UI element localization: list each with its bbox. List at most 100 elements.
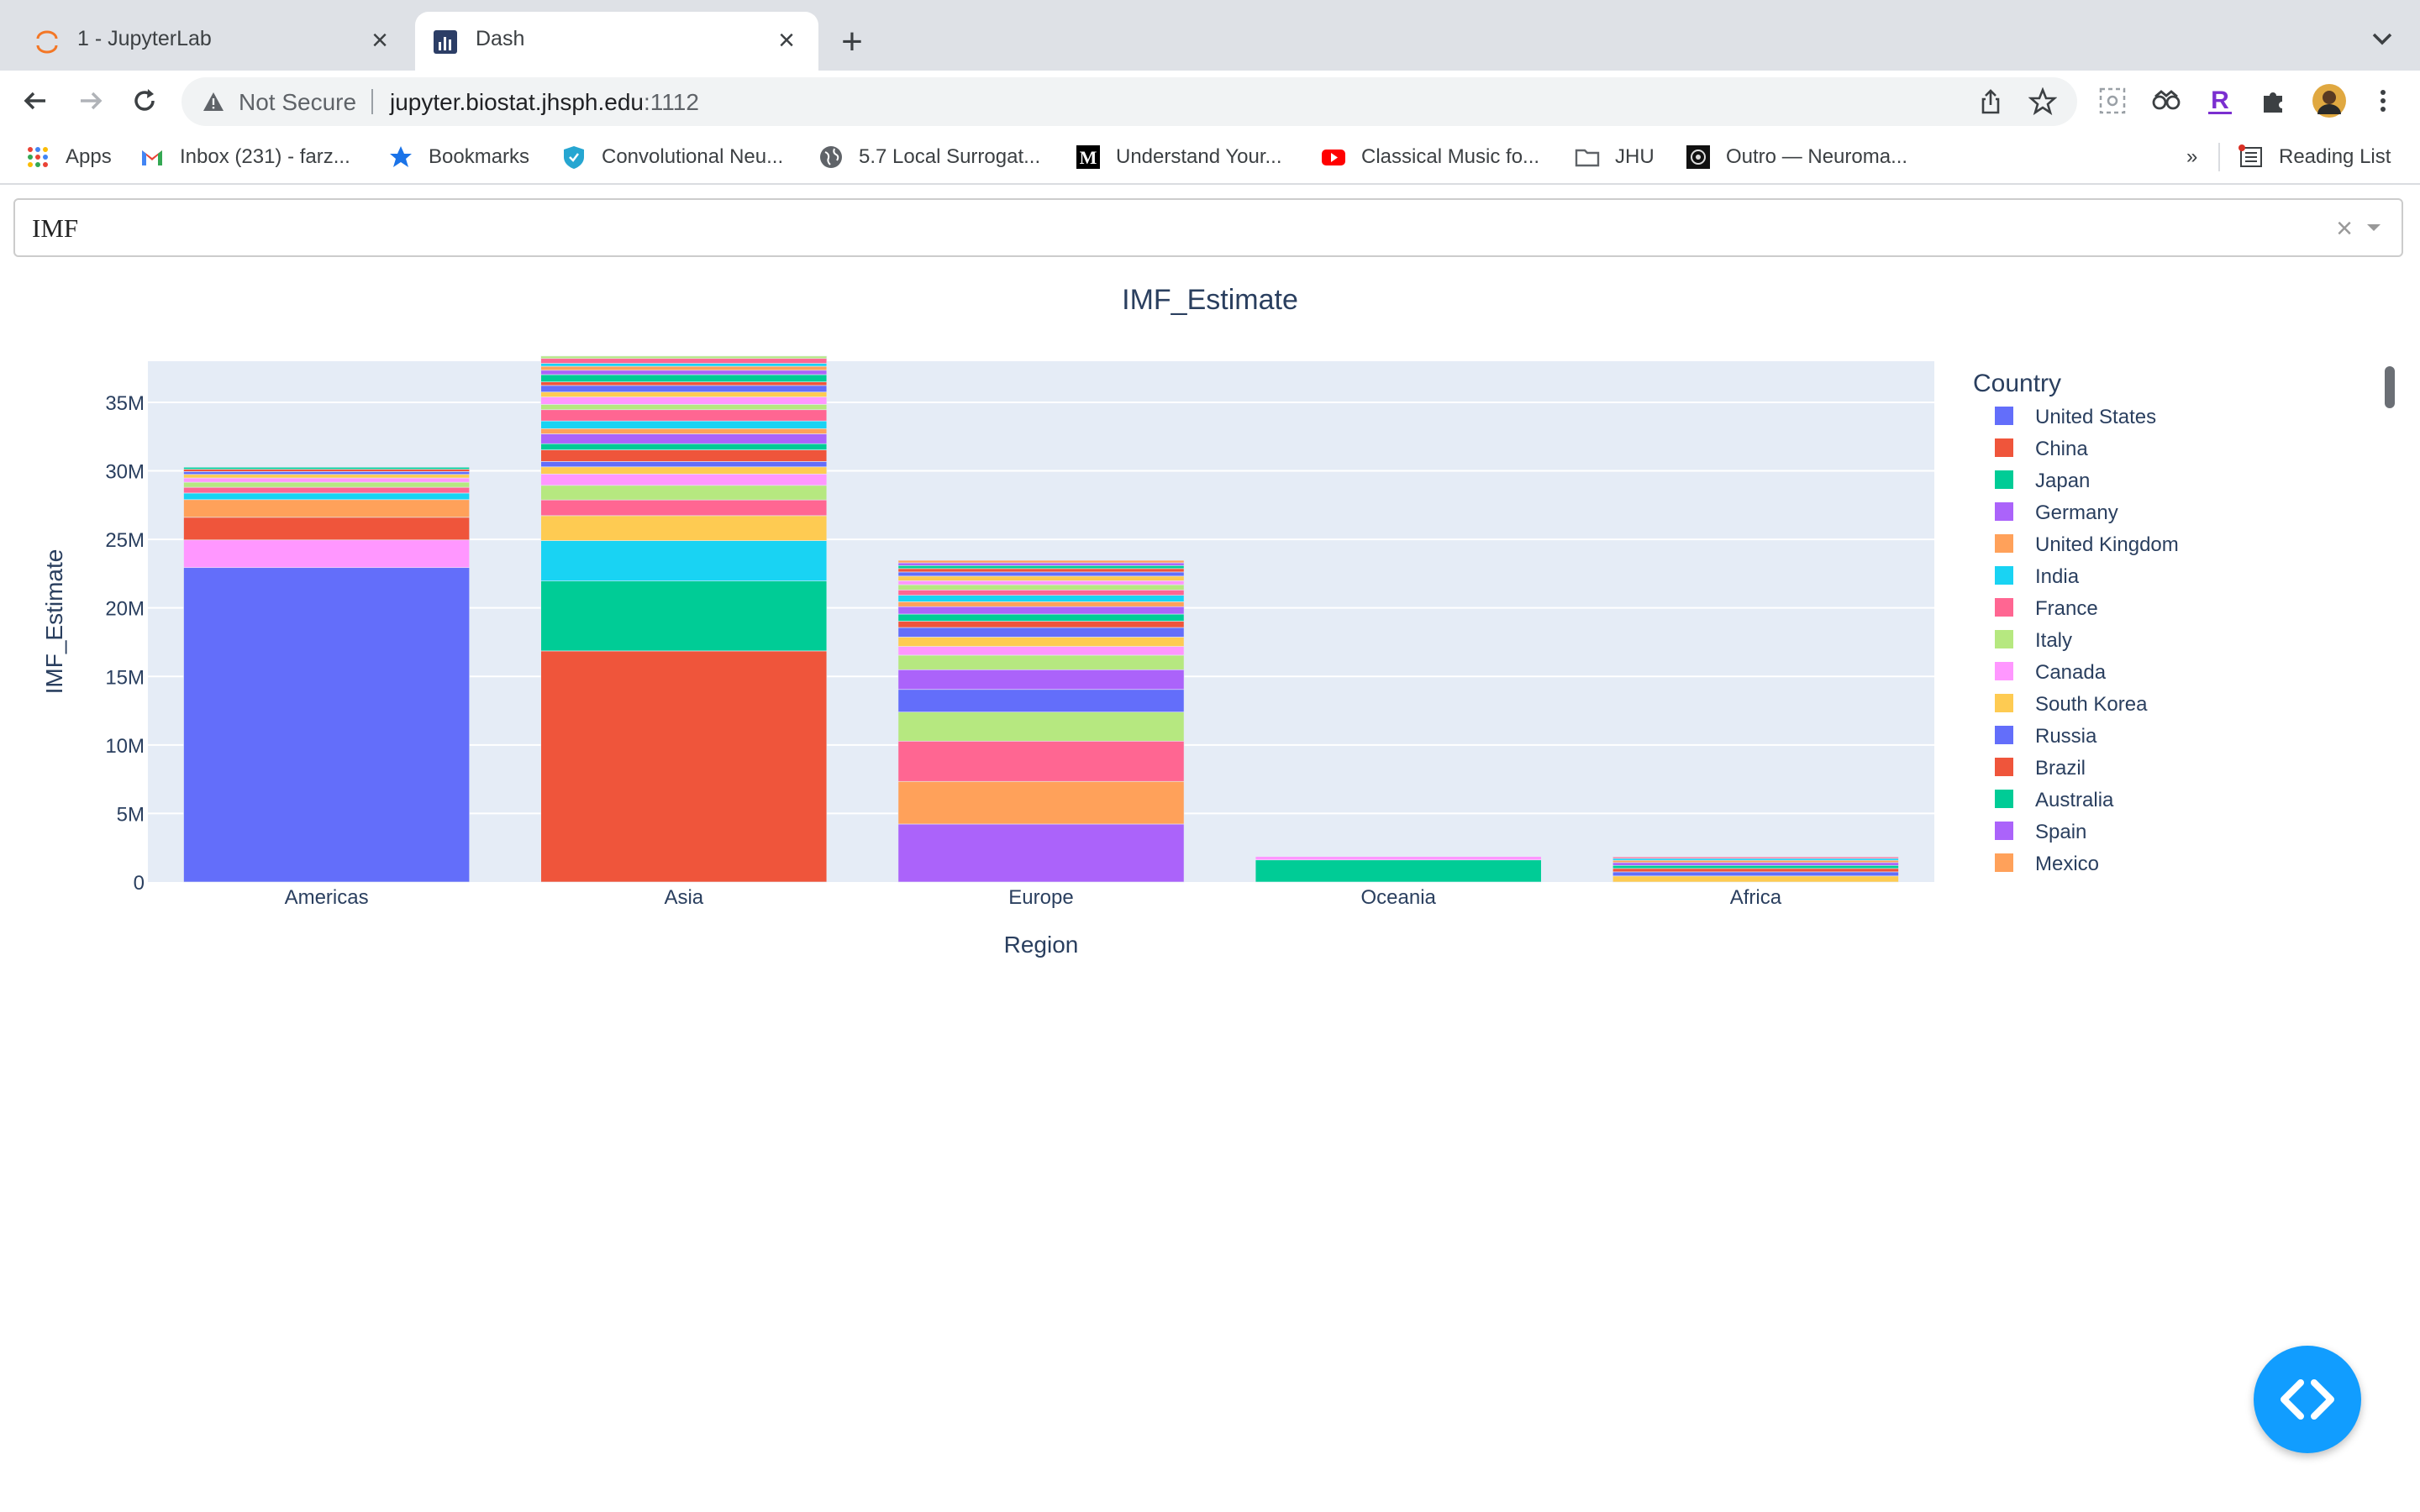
bar-segment[interactable] [897, 595, 1185, 602]
legend-item[interactable]: India [1995, 565, 2080, 588]
bar-segment[interactable] [540, 443, 828, 450]
bar-segment[interactable] [540, 404, 828, 411]
bar-segment[interactable] [540, 461, 828, 468]
bookmark-outro[interactable]: Outro — Neuroma... [1686, 141, 1907, 173]
bar-segment[interactable] [183, 469, 470, 472]
back-arrow-icon[interactable] [17, 82, 54, 119]
bookmarks-overflow[interactable]: » [2186, 141, 2197, 173]
bar-segment[interactable] [897, 601, 1185, 607]
legend-item[interactable]: South Korea [1995, 693, 2148, 716]
legend-item[interactable]: Australia [1995, 789, 2114, 811]
bar-segment[interactable] [897, 669, 1185, 690]
bar-segment[interactable] [540, 355, 828, 360]
screenshot-extension-icon[interactable] [2094, 82, 2131, 119]
legend-item[interactable]: Italy [1995, 629, 2072, 652]
bar-segment[interactable] [897, 689, 1185, 712]
security-label[interactable]: Not Secure [239, 89, 356, 116]
bar-segment[interactable] [897, 654, 1185, 670]
legend-item[interactable]: China [1995, 438, 2088, 460]
bar-segment[interactable] [540, 449, 828, 462]
bookmark-convolutional[interactable]: Convolutional Neu... [561, 141, 783, 173]
bar-segment[interactable] [897, 823, 1185, 883]
legend-item[interactable]: Russia [1995, 725, 2097, 748]
bookmark-local-surrogate[interactable]: 5.7 Local Surrogat... [818, 141, 1040, 173]
url-text[interactable]: jupyter.biostat.jhsph.edu:1112 [390, 89, 699, 116]
bar-segment[interactable] [897, 568, 1185, 573]
glasses-extension-icon[interactable] [2148, 82, 2185, 119]
dash-devtools-button[interactable] [2254, 1346, 2361, 1453]
bar-segment[interactable] [540, 499, 828, 517]
legend-item[interactable]: France [1995, 597, 2098, 620]
legend-item[interactable]: Spain [1995, 821, 2086, 843]
bar-segment[interactable] [540, 370, 828, 375]
bar-segment[interactable] [897, 637, 1185, 647]
legend-item[interactable]: Mexico [1995, 853, 2099, 875]
share-icon[interactable] [1976, 87, 2005, 116]
legend-item[interactable]: Japan [1995, 470, 2090, 492]
bar-segment[interactable] [1612, 859, 1899, 864]
bar-segment[interactable] [540, 409, 828, 422]
bar-segment[interactable] [540, 365, 828, 371]
bar-segment[interactable] [897, 613, 1185, 622]
reload-icon[interactable] [126, 82, 163, 119]
bar-segment[interactable] [540, 466, 828, 475]
bar-segment[interactable] [540, 515, 828, 541]
bar-segment[interactable] [540, 428, 828, 434]
bar-segment[interactable] [540, 650, 828, 883]
bar-segment[interactable] [897, 606, 1185, 615]
bar-segment[interactable] [540, 391, 828, 397]
reading-list-button[interactable]: Reading List [2238, 141, 2391, 173]
bar-segment[interactable] [897, 590, 1185, 596]
bar-segment[interactable] [897, 562, 1185, 566]
bar-segment[interactable] [897, 571, 1185, 577]
bar-segment[interactable] [183, 499, 470, 518]
bar-segment[interactable] [183, 492, 470, 501]
bar-segment[interactable] [540, 358, 828, 364]
bookmark-bookmarks[interactable]: Bookmarks [388, 141, 529, 173]
bar-segment[interactable] [183, 477, 470, 483]
bar-segment[interactable] [540, 433, 828, 444]
bookmark-apps[interactable]: Apps [25, 141, 112, 173]
bar-segment[interactable] [897, 627, 1185, 638]
bar-segment[interactable] [1612, 862, 1899, 866]
tab-dash[interactable]: Dash × [415, 12, 818, 71]
chevron-down-icon[interactable] [2365, 22, 2399, 55]
tab-jupyterlab[interactable]: 1 - JupyterLab × [17, 12, 412, 71]
bar-segment[interactable] [540, 374, 828, 382]
bar-segment[interactable] [897, 559, 1185, 564]
legend-scrollbar[interactable] [2385, 366, 2395, 408]
new-tab-button[interactable]: + [832, 22, 872, 62]
clear-icon[interactable]: × [2336, 212, 2353, 245]
bar-segment[interactable] [540, 473, 828, 486]
bookmark-classical-music[interactable]: Classical Music fo... [1321, 141, 1539, 173]
star-icon[interactable] [2028, 87, 2057, 116]
legend-item[interactable]: United States [1995, 406, 2156, 428]
bar-segment[interactable] [1612, 875, 1899, 883]
bar-segment[interactable] [897, 575, 1185, 581]
bar-segment[interactable] [897, 584, 1185, 591]
legend-item[interactable]: Canada [1995, 661, 2107, 684]
bar-segment[interactable] [1612, 871, 1899, 877]
bookmark-understand[interactable]: M Understand Your... [1076, 141, 1281, 173]
kebab-menu-icon[interactable] [2365, 82, 2402, 119]
bar-segment[interactable] [183, 517, 470, 541]
close-icon[interactable]: × [363, 24, 397, 57]
bar-segment[interactable] [897, 740, 1185, 782]
bookmark-jhu[interactable]: JHU [1575, 141, 1655, 173]
bar-segment[interactable] [1612, 858, 1899, 861]
bookmark-inbox[interactable]: Inbox (231) - farz... [139, 141, 350, 173]
bar-segment[interactable] [897, 580, 1185, 585]
bar-segment[interactable] [897, 711, 1185, 742]
address-bar[interactable]: Not Secure jupyter.biostat.jhsph.edu:111… [182, 77, 2077, 126]
bar-segment[interactable] [1255, 859, 1542, 883]
legend[interactable]: United States China Japan Germany United Kin… [1995, 406, 2179, 875]
bar-segment[interactable] [183, 466, 470, 470]
bar-segment[interactable] [183, 481, 470, 488]
bar-segment[interactable] [897, 646, 1185, 656]
bar-segment[interactable] [183, 539, 470, 569]
bar-segment[interactable] [540, 385, 828, 393]
bar-segment[interactable] [540, 363, 828, 367]
chevron-down-icon[interactable] [2361, 215, 2386, 240]
bar-segment[interactable] [540, 420, 828, 429]
bar-segment[interactable] [183, 474, 470, 479]
